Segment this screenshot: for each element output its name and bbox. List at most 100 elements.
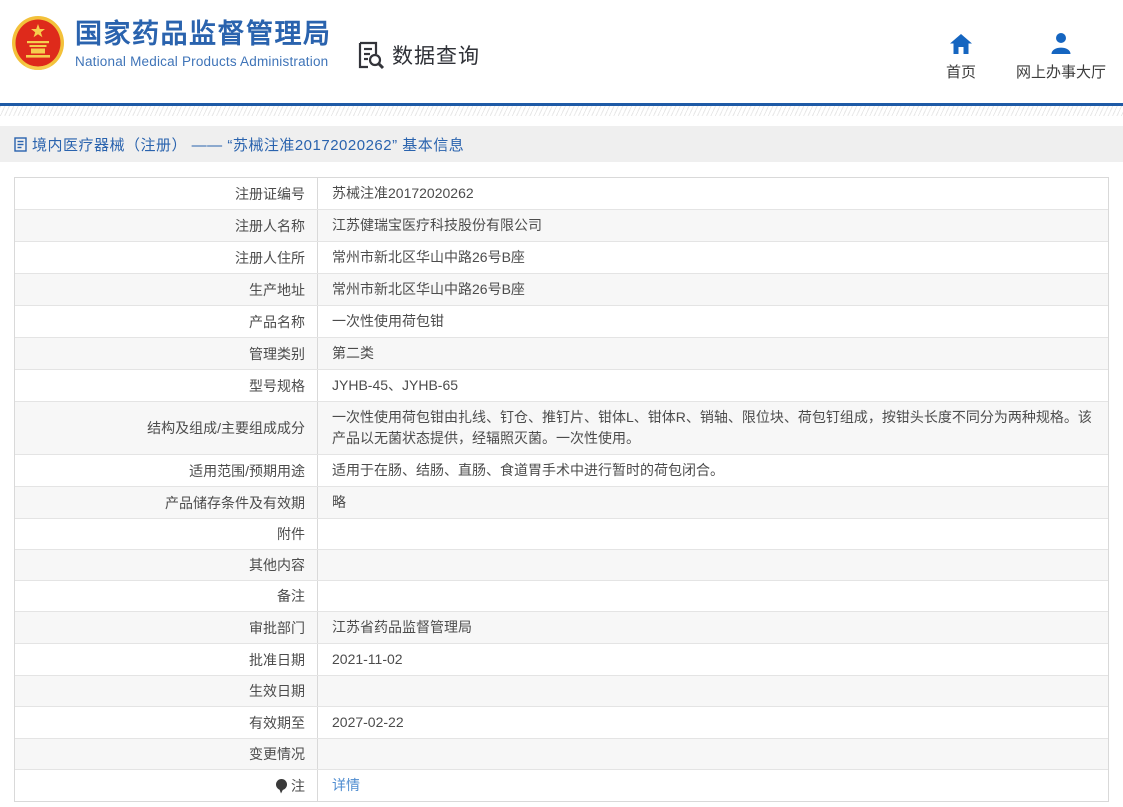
row-value: 略 xyxy=(318,487,1108,518)
row-label: 结构及组成/主要组成成分 xyxy=(15,402,318,454)
row-label-text: 注册人住所 xyxy=(235,249,305,266)
row-label: 产品名称 xyxy=(15,306,318,337)
table-row: 注册人住所 常州市新北区华山中路26号B座 xyxy=(15,242,1108,274)
table-row: 注册证编号 苏械注准20172020262 xyxy=(15,178,1108,210)
breadcrumb: 境内医疗器械（注册） —— “苏械注准20172020262” 基本信息 xyxy=(0,126,1123,162)
cell-value-text: 江苏省药品监督管理局 xyxy=(332,619,472,635)
table-row: 注册人名称 江苏健瑞宝医疗科技股份有限公司 xyxy=(15,210,1108,242)
row-label-text: 产品名称 xyxy=(249,313,305,330)
row-value: 江苏健瑞宝医疗科技股份有限公司 xyxy=(318,210,1108,241)
row-label-text: 附件 xyxy=(277,526,305,542)
user-icon xyxy=(1050,32,1072,54)
row-value: JYHB-45、JYHB-65 xyxy=(318,370,1108,401)
hatch-decoration xyxy=(0,106,1123,116)
row-label-text: 结构及组成/主要组成成分 xyxy=(147,420,305,436)
document-icon xyxy=(14,136,27,152)
row-label: 批准日期 xyxy=(15,644,318,675)
nav-home[interactable]: 首页 xyxy=(946,32,976,82)
row-label-text: 其他内容 xyxy=(249,557,305,573)
row-label: 产品储存条件及有效期 xyxy=(15,487,318,518)
row-label-text: 生产地址 xyxy=(249,281,305,298)
row-value: 苏械注准20172020262 xyxy=(318,178,1108,209)
cell-value-text: 常州市新北区华山中路26号B座 xyxy=(332,281,525,297)
row-value xyxy=(318,581,1108,611)
row-label: 注册人住所 xyxy=(15,242,318,273)
detail-link[interactable]: 详情 xyxy=(332,775,360,796)
brand-title: 国家药品监督管理局 xyxy=(75,19,332,49)
table-row: 其他内容 xyxy=(15,550,1108,581)
nav-home-label: 首页 xyxy=(945,64,976,81)
row-label: 管理类别 xyxy=(15,338,318,369)
cell-value-text: 一次性使用荷包钳由扎线、钉仓、推钉片、钳体L、钳体R、销轴、限位块、荷包钉组成，… xyxy=(332,409,1092,446)
row-value xyxy=(318,739,1108,769)
cell-value-text: 2027-02-22 xyxy=(332,714,404,730)
table-row: 生产地址 常州市新北区华山中路26号B座 xyxy=(15,274,1108,306)
row-value xyxy=(318,676,1108,706)
row-value: 一次性使用荷包钳 xyxy=(318,306,1108,337)
nav-online-hall[interactable]: 网上办事大厅 xyxy=(1016,32,1106,82)
cell-value-text: 略 xyxy=(332,494,346,510)
top-nav: 首页 网上办事大厅 xyxy=(946,32,1106,82)
note-icon xyxy=(275,778,288,794)
cell-value-text: 常州市新北区华山中路26号B座 xyxy=(332,249,525,265)
cell-value-text: 适用于在肠、结肠、直肠、食道胃手术中进行暂时的荷包闭合。 xyxy=(332,462,724,478)
row-value: 2027-02-22 xyxy=(318,707,1108,738)
row-label-text: 适用范围/预期用途 xyxy=(189,462,305,479)
table-row: 型号规格 JYHB-45、JYHB-65 xyxy=(15,370,1108,402)
row-label: 适用范围/预期用途 xyxy=(15,455,318,486)
row-value xyxy=(318,519,1108,549)
row-label-text: 有效期至 xyxy=(249,714,305,731)
row-value: 一次性使用荷包钳由扎线、钉仓、推钉片、钳体L、钳体R、销轴、限位块、荷包钉组成，… xyxy=(318,402,1108,454)
row-label: 备注 xyxy=(15,581,318,611)
row-value xyxy=(318,550,1108,580)
doc-search-icon xyxy=(358,41,385,70)
row-label: 有效期至 xyxy=(15,707,318,738)
breadcrumb-text: 境内医疗器械（注册） —— “苏械注准20172020262” 基本信息 xyxy=(32,136,465,154)
row-value: 适用于在肠、结肠、直肠、食道胃手术中进行暂时的荷包闭合。 xyxy=(318,455,1108,486)
row-label: 生效日期 xyxy=(15,676,318,706)
table-row: 注 详情 xyxy=(15,770,1108,801)
brand-subtitle: National Medical Products Administration xyxy=(75,54,329,69)
row-label-text: 注 xyxy=(291,777,305,794)
nav-online-hall-label: 网上办事大厅 xyxy=(1015,64,1106,81)
table-row: 适用范围/预期用途 适用于在肠、结肠、直肠、食道胃手术中进行暂时的荷包闭合。 xyxy=(15,455,1108,487)
row-label-text: 型号规格 xyxy=(249,377,305,394)
table-row: 批准日期 2021-11-02 xyxy=(15,644,1108,676)
row-label-text: 备注 xyxy=(277,588,305,604)
row-label-text: 生效日期 xyxy=(249,683,305,699)
row-label: 注册证编号 xyxy=(15,178,318,209)
cell-value-text: 江苏健瑞宝医疗科技股份有限公司 xyxy=(332,217,542,233)
row-value: 常州市新北区华山中路26号B座 xyxy=(318,274,1108,305)
row-value: 常州市新北区华山中路26号B座 xyxy=(318,242,1108,273)
row-label-text: 审批部门 xyxy=(249,619,305,636)
cell-value-text: 2021-11-02 xyxy=(332,651,403,667)
brand: 国家药品监督管理局 National Medical Products Admi… xyxy=(10,15,332,73)
row-label-text: 批准日期 xyxy=(249,651,305,668)
row-label-text: 变更情况 xyxy=(249,746,305,762)
row-value: 详情 xyxy=(318,770,1108,801)
data-query-label: 数据查询 xyxy=(392,45,480,68)
row-label: 其他内容 xyxy=(15,550,318,580)
row-label: 审批部门 xyxy=(15,612,318,643)
row-label-text: 注册证编号 xyxy=(235,185,305,202)
header: 国家药品监督管理局 National Medical Products Admi… xyxy=(0,0,1123,103)
row-label-text: 管理类别 xyxy=(249,345,305,362)
row-value: 2021-11-02 xyxy=(318,644,1108,675)
home-icon xyxy=(949,32,972,54)
data-query-tab[interactable]: 数据查询 xyxy=(356,40,480,70)
row-value: 第二类 xyxy=(318,338,1108,369)
cell-value-text: JYHB-45、JYHB-65 xyxy=(332,377,459,393)
national-emblem-logo xyxy=(12,16,64,70)
row-label: 注册人名称 xyxy=(15,210,318,241)
row-value: 江苏省药品监督管理局 xyxy=(318,612,1108,643)
table-row: 变更情况 xyxy=(15,739,1108,770)
table-row: 备注 xyxy=(15,581,1108,612)
row-label: 生产地址 xyxy=(15,274,318,305)
table-row: 审批部门 江苏省药品监督管理局 xyxy=(15,612,1108,644)
info-table: 注册证编号 苏械注准20172020262 注册人名称 江苏健瑞宝医疗科技股份有… xyxy=(14,177,1109,802)
table-row: 有效期至 2027-02-22 xyxy=(15,707,1108,739)
row-label: 型号规格 xyxy=(15,370,318,401)
brand-text: 国家药品监督管理局 National Medical Products Admi… xyxy=(75,15,332,69)
table-row: 结构及组成/主要组成成分 一次性使用荷包钳由扎线、钉仓、推钉片、钳体L、钳体R、… xyxy=(15,402,1108,455)
table-row: 附件 xyxy=(15,519,1108,550)
